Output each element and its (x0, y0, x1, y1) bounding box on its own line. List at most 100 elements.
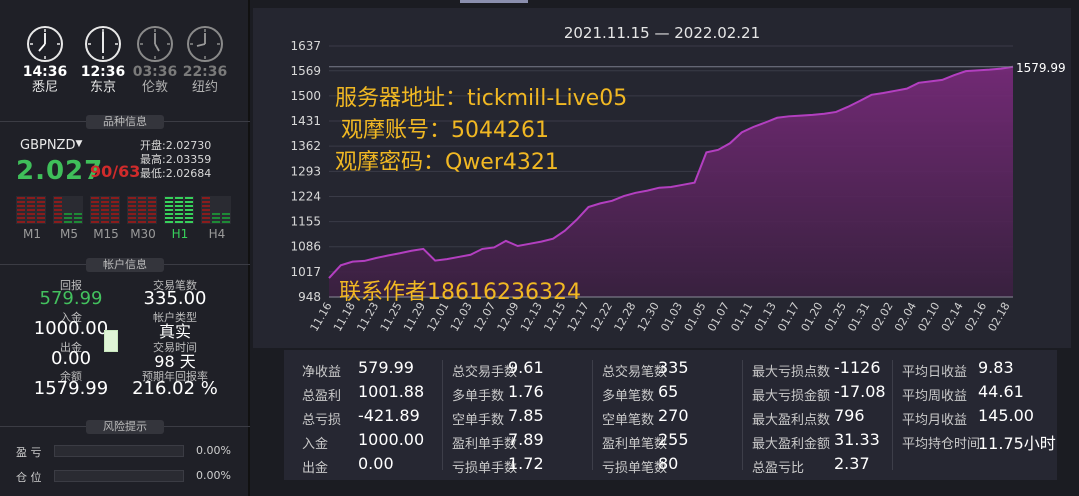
section-label: 风险提示 (86, 420, 164, 434)
x-tick-label: 01.20 (799, 300, 826, 334)
y-tick-label: 1569 (290, 64, 321, 78)
clock-city: 纽约 (191, 80, 218, 95)
stat-label: 净收益 (302, 365, 342, 380)
stat-item: 空单笔数 270 (602, 406, 752, 430)
x-tick-label: 12.30 (635, 300, 662, 334)
stat-label: 总盈亏比 (752, 461, 805, 476)
stat-value: 44.61 (978, 382, 1024, 401)
y-tick-label: 1637 (290, 39, 321, 53)
timeframe-m1[interactable]: M1 (16, 196, 48, 241)
symbol-selector[interactable]: GBPNZD▼ (20, 138, 82, 153)
stat-value: 1000.00 (358, 430, 425, 449)
stat-item: 亏损单手数 1.72 (452, 454, 602, 478)
clock-london: 03:36 伦敦 (130, 24, 180, 96)
stat-item: 总交易笔数 335 (602, 358, 752, 382)
y-tick-label: 948 (298, 290, 321, 304)
statistics-panel: 净收益 579.99 总盈利 1001.88 总亏损 -421.89 入金 1000.00 出金… (284, 350, 1057, 480)
risk-position-label: 仓 位 (16, 471, 42, 484)
stat-item: 最大亏损点数 -1126 (752, 358, 902, 382)
stat-value: 1.72 (508, 454, 544, 473)
stat-label: 最大亏损金额 (752, 389, 831, 404)
stat-label: 多单手数 (452, 389, 505, 404)
stat-label: 平均日收益 (902, 365, 968, 380)
stat-item: 总交易手数 9.61 (452, 358, 602, 382)
timeframe-label: H4 (208, 227, 226, 241)
clock-icon (27, 26, 63, 62)
stat-label: 空单笔数 (602, 413, 655, 428)
stat-item: 出金 0.00 (302, 454, 452, 478)
stat-value: 1001.88 (358, 382, 425, 401)
stat-label: 平均持仓时间 (902, 437, 981, 452)
risk-pl-pct: 0.00% (196, 444, 231, 457)
stat-label: 出金 (302, 461, 329, 476)
clock-icon (137, 26, 173, 62)
y-tick-label: 1293 (290, 164, 321, 178)
timeframe-label: H1 (171, 227, 189, 241)
open-label: 开盘: (140, 139, 166, 152)
clock-new-york: 22:36 纽约 (180, 24, 230, 96)
timeframe-h4[interactable]: H4 (201, 196, 233, 241)
stat-value: 579.99 (358, 358, 414, 377)
y-tick-label: 1431 (290, 114, 321, 128)
timeframe-m15[interactable]: M15 (90, 196, 122, 241)
y-tick-label: 1500 (290, 89, 321, 103)
y-tick-label: 1155 (290, 215, 321, 229)
x-tick-label: 01.25 (822, 300, 849, 334)
stat-item: 最大盈利金额 31.33 (752, 430, 902, 454)
clock-city: 伦敦 (141, 80, 168, 95)
clock-time: 12:36 (80, 64, 126, 80)
world-clocks: 14:36 悉尼 12:36 东京 03:36 伦敦 22:36 纽约 (0, 24, 250, 108)
timeframe-m5[interactable]: M5 (53, 196, 85, 241)
x-tick-label: 01.17 (775, 300, 802, 334)
clock-city: 东京 (89, 80, 116, 95)
x-tick-label: 02.16 (962, 300, 989, 334)
high-value: 2.03359 (165, 153, 212, 166)
trades-value: 335.00 (143, 288, 207, 309)
stat-value: 80 (658, 454, 679, 473)
x-tick-label: 11.16 (308, 300, 335, 334)
stat-value: 255 (658, 430, 689, 449)
stat-item: 总盈利 1001.88 (302, 382, 452, 406)
stat-label: 最大盈利金额 (752, 437, 831, 452)
stat-label: 空单手数 (452, 413, 505, 428)
stat-value: 65 (658, 382, 679, 401)
stat-value: 11.75小时 (978, 434, 1056, 453)
stat-item: 平均日收益 9.83 (902, 358, 1052, 382)
clock-sydney: 14:36 悉尼 (20, 24, 70, 96)
x-tick-label: 02.14 (939, 300, 966, 334)
open-value: 2.02730 (165, 139, 212, 152)
high-label: 最高: (140, 153, 166, 166)
stat-item: 盈利单手数 7.89 (452, 430, 602, 454)
account-color-swatch (104, 330, 118, 352)
timeframe-m30[interactable]: M30 (127, 196, 159, 241)
clock-time: 22:36 (182, 64, 228, 80)
x-tick-label: 01.03 (658, 300, 685, 334)
column-divider (742, 360, 743, 470)
stat-item: 盈利单笔数 255 (602, 430, 752, 454)
y-tick-label: 1362 (290, 139, 321, 153)
balance-value: 1579.99 (33, 378, 109, 399)
stat-label: 入金 (302, 437, 329, 452)
x-tick-label: 02.02 (869, 300, 896, 334)
top-accent-bar (460, 0, 528, 3)
risk-position-bar (54, 470, 184, 482)
stat-value: 7.85 (508, 406, 544, 425)
stat-value: 31.33 (834, 430, 880, 449)
x-tick-label: 02.10 (915, 300, 942, 334)
stat-label: 总盈利 (302, 389, 342, 404)
overlay-server: 服务器地址：tickmill-Live05 (335, 86, 628, 111)
section-label: 帐户信息 (86, 258, 164, 272)
risk-position-pct: 0.00% (196, 469, 231, 482)
overlay-password: 观摩密码：Qwer4321 (335, 150, 559, 175)
stat-value: 145.00 (978, 406, 1034, 425)
stat-value: 270 (658, 406, 689, 425)
section-header-account: 帐户信息 (0, 258, 250, 272)
x-tick-label: 01.11 (728, 300, 755, 334)
timeframe-strength: M1 M5 M15 M30 H1 H4 (16, 196, 246, 244)
column-divider (892, 360, 893, 470)
y-tick-label: 1017 (290, 265, 321, 279)
section-header-symbol: 品种信息 (0, 115, 250, 129)
price-digits: 90/63 (90, 162, 141, 181)
ohl-block: 开盘:2.02730 最高:2.03359 最低:2.02684 (140, 139, 211, 181)
timeframe-h1[interactable]: H1 (164, 196, 196, 241)
